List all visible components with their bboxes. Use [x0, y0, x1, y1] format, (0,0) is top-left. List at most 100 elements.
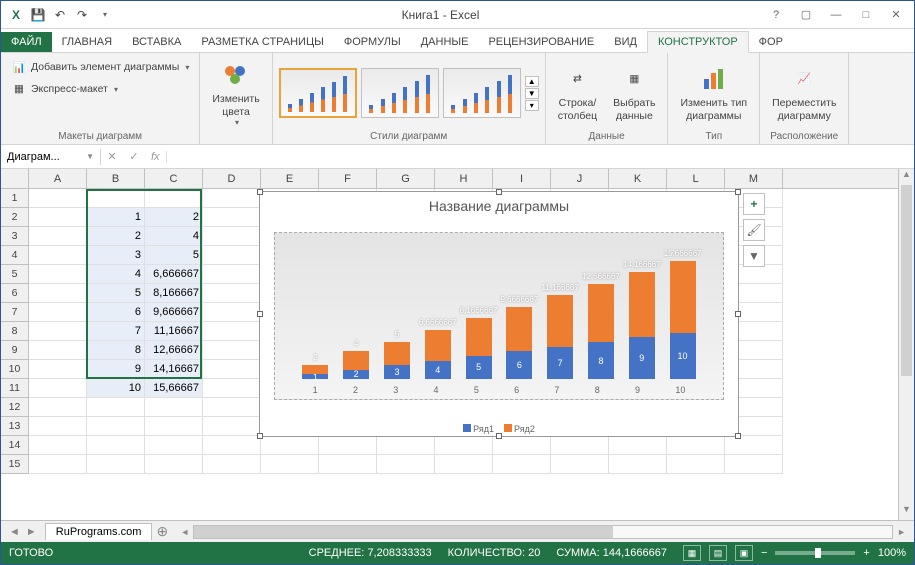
ribbon-options-button[interactable]: ▢ [792, 5, 820, 25]
cell-B2[interactable]: 1 [87, 208, 145, 227]
horizontal-scrollbar[interactable]: ◄ ► [172, 525, 914, 539]
cell-B14[interactable] [87, 436, 145, 455]
row-header-14[interactable]: 14 [1, 436, 29, 455]
cell-F14[interactable] [319, 436, 377, 455]
chart-title[interactable]: Название диаграммы [260, 192, 738, 214]
row-header-11[interactable]: 11 [1, 379, 29, 398]
cell-C11[interactable]: 15,66667 [145, 379, 203, 398]
add-chart-element-button[interactable]: 📊 Добавить элемент диаграммы [7, 57, 193, 77]
bar-3[interactable]: 53 [382, 342, 412, 379]
maximize-button[interactable]: □ [852, 5, 880, 25]
cell-D7[interactable] [203, 303, 261, 322]
tab-file[interactable]: ФАЙЛ [1, 32, 52, 52]
formula-input[interactable] [167, 147, 914, 166]
bar-7[interactable]: 11,1666677 [545, 295, 575, 379]
cell-C4[interactable]: 5 [145, 246, 203, 265]
cell-D15[interactable] [203, 455, 261, 474]
column-header-D[interactable]: D [203, 169, 261, 188]
cell-A12[interactable] [29, 398, 87, 417]
sheet-nav-prev[interactable]: ◄ [9, 526, 20, 538]
cell-I15[interactable] [493, 455, 551, 474]
row-header-3[interactable]: 3 [1, 227, 29, 246]
column-header-E[interactable]: E [261, 169, 319, 188]
cell-F15[interactable] [319, 455, 377, 474]
chart-elements-button[interactable]: + [743, 193, 765, 215]
zoom-level[interactable]: 100% [878, 547, 906, 559]
tab-вид[interactable]: ВИД [604, 32, 647, 52]
select-all-corner[interactable] [1, 169, 29, 188]
row-header-12[interactable]: 12 [1, 398, 29, 417]
chart-style-1[interactable] [279, 68, 357, 118]
cell-B7[interactable]: 6 [87, 303, 145, 322]
column-header-G[interactable]: G [377, 169, 435, 188]
cell-B5[interactable]: 4 [87, 265, 145, 284]
cell-D9[interactable] [203, 341, 261, 360]
cell-D5[interactable] [203, 265, 261, 284]
bar-1[interactable]: 21 [300, 365, 330, 379]
cell-D1[interactable] [203, 189, 261, 208]
cell-J15[interactable] [551, 455, 609, 474]
chart-styles-button[interactable]: 🖌 [743, 219, 765, 241]
undo-button[interactable]: ↶ [51, 6, 69, 24]
column-header-K[interactable]: K [609, 169, 667, 188]
bar-4[interactable]: 6,66666674 [423, 330, 453, 379]
chart-object[interactable]: Название диаграммы 2142536,666666748,166… [259, 191, 739, 437]
row-header-1[interactable]: 1 [1, 189, 29, 208]
switch-row-column-button[interactable]: ⇄ Строка/ столбец [552, 61, 603, 124]
cell-B6[interactable]: 5 [87, 284, 145, 303]
cell-A6[interactable] [29, 284, 87, 303]
column-header-M[interactable]: M [725, 169, 783, 188]
add-sheet-button[interactable]: ⊕ [152, 523, 172, 540]
chart-style-2[interactable] [361, 68, 439, 118]
cell-G15[interactable] [377, 455, 435, 474]
enter-formula-button[interactable]: ✓ [123, 150, 145, 163]
sheet-nav-next[interactable]: ► [26, 526, 37, 538]
column-header-F[interactable]: F [319, 169, 377, 188]
cell-A11[interactable] [29, 379, 87, 398]
cell-D3[interactable] [203, 227, 261, 246]
name-box-dropdown-icon[interactable]: ▼ [86, 152, 94, 161]
cell-D11[interactable] [203, 379, 261, 398]
cell-C12[interactable] [145, 398, 203, 417]
view-page-layout-button[interactable]: ▤ [709, 545, 727, 561]
cell-E15[interactable] [261, 455, 319, 474]
cell-D10[interactable] [203, 360, 261, 379]
row-header-13[interactable]: 13 [1, 417, 29, 436]
style-scroll-down[interactable]: ▼ [525, 88, 539, 99]
chart-style-3[interactable] [443, 68, 521, 118]
cancel-formula-button[interactable]: ✕ [101, 150, 123, 163]
cell-A5[interactable] [29, 265, 87, 284]
tab-разметка страницы[interactable]: РАЗМЕТКА СТРАНИЦЫ [191, 32, 333, 52]
tab-конструктор[interactable]: КОНСТРУКТОР [647, 31, 749, 53]
zoom-slider[interactable] [775, 551, 855, 555]
close-button[interactable]: ✕ [882, 5, 910, 25]
bar-8[interactable]: 12,6666678 [586, 284, 616, 379]
zoom-in-button[interactable]: + [863, 547, 869, 559]
row-header-7[interactable]: 7 [1, 303, 29, 322]
cell-A2[interactable] [29, 208, 87, 227]
bar-10[interactable]: 15,66666710 [668, 261, 698, 379]
cell-K15[interactable] [609, 455, 667, 474]
fx-label[interactable]: fx [145, 151, 167, 163]
bar-6[interactable]: 9,66666676 [504, 307, 534, 379]
cell-L15[interactable] [667, 455, 725, 474]
cell-A4[interactable] [29, 246, 87, 265]
row-header-2[interactable]: 2 [1, 208, 29, 227]
bar-5[interactable]: 8,16666675 [464, 318, 494, 379]
move-chart-button[interactable]: 📈 Переместить диаграмму [766, 61, 842, 124]
row-header-5[interactable]: 5 [1, 265, 29, 284]
vscroll-thumb[interactable] [901, 185, 912, 376]
cell-C8[interactable]: 11,16667 [145, 322, 203, 341]
cell-H14[interactable] [435, 436, 493, 455]
cell-J14[interactable] [551, 436, 609, 455]
qat-customize-button[interactable] [95, 6, 113, 24]
cell-B10[interactable]: 9 [87, 360, 145, 379]
cell-A3[interactable] [29, 227, 87, 246]
column-header-A[interactable]: A [29, 169, 87, 188]
select-data-button[interactable]: ▦ Выбрать данные [607, 61, 661, 124]
cell-B11[interactable]: 10 [87, 379, 145, 398]
tab-фор[interactable]: ФОР [749, 32, 793, 52]
bar-9[interactable]: 14,1666679 [627, 272, 657, 379]
cell-C3[interactable]: 4 [145, 227, 203, 246]
cell-A8[interactable] [29, 322, 87, 341]
